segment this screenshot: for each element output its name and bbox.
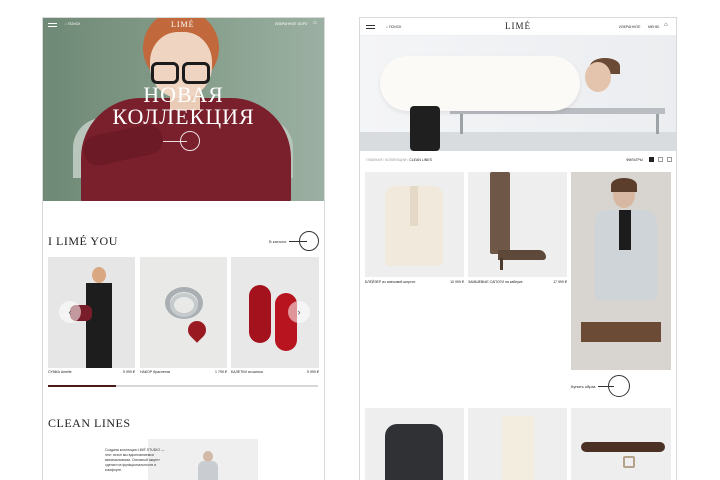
product-name[interactable]: БАЛЕТКИ из шелка: [231, 370, 263, 374]
buy-look-link[interactable]: Купить образ: [571, 384, 596, 389]
product-price: 5 999 ₽: [307, 370, 319, 374]
breadcrumb-home[interactable]: ГЛАВНАЯ: [366, 158, 382, 162]
product-price: 10 999 ₽: [450, 280, 464, 284]
logo[interactable]: LIMÉ: [505, 21, 531, 31]
product-card-jacket[interactable]: [365, 408, 464, 480]
chair-seat: [581, 322, 661, 342]
product-card-belt[interactable]: [571, 408, 671, 480]
model-tie: [619, 210, 631, 250]
breadcrumb-current: CLEAN LINES: [409, 158, 432, 162]
product-name[interactable]: СУМКА Amelie: [48, 370, 72, 374]
flat-shoe-left: [249, 285, 271, 343]
search-icon: ⌕: [386, 25, 388, 29]
product-price: 5 999 ₽: [123, 370, 135, 374]
model-boots: [410, 106, 440, 151]
filters-button[interactable]: ФИЛЬТРЫ: [626, 158, 643, 162]
buy-look-circle-button[interactable]: [608, 375, 630, 397]
section-title-clean-lines: CLEAN LINES: [48, 416, 131, 430]
clean-lines-description: Создана коллекция LIMÉ STUDIO — этот сез…: [105, 448, 165, 472]
hero-circle-button[interactable]: [180, 131, 200, 151]
hero-photo-glasses-right: [182, 62, 210, 84]
hero-title-line-1: НОВАЯ: [143, 82, 224, 107]
hero-banner[interactable]: НОВАЯ КОЛЛЕКЦИЯ: [43, 18, 324, 201]
grid-view-icon[interactable]: [649, 157, 654, 162]
product-price: 17 999 ₽: [553, 280, 567, 284]
product-name[interactable]: БЛЕЙЗЕР из смесовой шерсти: [365, 280, 415, 284]
left-header: ⌕ ПОИСК LIMÉ ИЗБРАННОЕ КОРЗ ⌂: [43, 18, 324, 32]
belt-photo: [581, 442, 665, 452]
model-head: [92, 267, 106, 283]
bag-icon[interactable]: ⌂: [664, 22, 668, 28]
favorites-link[interactable]: ИЗБРАННОЕ: [275, 22, 296, 26]
catalog-circle-button[interactable]: [299, 231, 319, 251]
model-hair: [611, 178, 637, 192]
favorites-link[interactable]: ИЗБРАННОЕ: [619, 25, 640, 29]
trousers-photo: [502, 416, 534, 480]
product-card-boots[interactable]: [468, 172, 567, 277]
logo[interactable]: LIMÉ: [171, 20, 195, 29]
bracelet-ring-2: [170, 293, 198, 317]
blazer-lapel: [410, 186, 418, 226]
product-name[interactable]: ЗАМШЕВЫЕ САПОГИ на каблуке: [468, 280, 523, 284]
look-photo[interactable]: [571, 172, 671, 370]
breadcrumb: ГЛАВНАЯ / КОЛЛЕКЦИИ / CLEAN LINES: [366, 158, 432, 162]
product-card-blazer[interactable]: [365, 172, 464, 277]
boot-shaft: [490, 172, 510, 254]
belt-buckle: [623, 456, 635, 468]
home-page-frame: НОВАЯ КОЛЛЕКЦИЯ ⌕ ПОИСК LIMÉ ИЗБРАННОЕ К…: [42, 17, 325, 480]
jacket-photo: [385, 424, 443, 480]
search-icon: ⌕: [65, 22, 67, 26]
menu-icon[interactable]: [366, 25, 375, 29]
collection-page-frame: ⌕ ПОИСК LIMÉ ИЗБРАННОЕ МЕНЮ ⌂ ГЛАВНАЯ / …: [359, 17, 677, 480]
right-header: ⌕ ПОИСК LIMÉ ИЗБРАННОЕ МЕНЮ ⌂: [360, 18, 676, 36]
cart-link[interactable]: КОРЗ: [298, 22, 307, 26]
list-view-icon[interactable]: [667, 157, 672, 162]
model-coat: [198, 461, 218, 480]
single-view-icon[interactable]: [658, 157, 663, 162]
product-price: 1 799 ₽: [215, 370, 227, 374]
breadcrumb-collections[interactable]: КОЛЛЕКЦИИ: [385, 158, 406, 162]
catalog-link[interactable]: В каталог: [269, 239, 287, 244]
product-card-bracelets[interactable]: [140, 257, 227, 368]
carousel-progress-fill: [48, 385, 116, 387]
bench-leg: [460, 114, 463, 134]
bench-leg: [656, 114, 659, 134]
carousel-progress-bar[interactable]: [48, 385, 318, 387]
model-head: [585, 62, 611, 92]
product-name[interactable]: НАБОР браслетов: [140, 370, 170, 374]
search-label: ПОИСК: [388, 25, 402, 29]
collection-hero-image: [360, 36, 676, 151]
carousel-next-button[interactable]: ›: [288, 301, 310, 323]
model-coat: [380, 56, 580, 111]
bag-icon[interactable]: ⌂: [313, 20, 317, 26]
section-title-i-lime-you: I LIMÉ YOU: [48, 234, 118, 248]
hero-photo-glasses-left: [151, 62, 179, 84]
hero-floor: [360, 132, 676, 151]
hero-title: НОВАЯ КОЛЛЕКЦИЯ: [43, 84, 324, 128]
search-label: ПОИСК: [67, 22, 81, 26]
search-link[interactable]: ⌕ ПОИСК: [65, 22, 80, 26]
carousel-prev-button[interactable]: ‹: [59, 301, 81, 323]
product-card-trousers[interactable]: [468, 408, 567, 480]
heart-charm: [184, 317, 210, 343]
menu-link[interactable]: МЕНЮ: [648, 25, 659, 29]
menu-icon[interactable]: [48, 23, 57, 27]
hero-title-line-2: КОЛЛЕКЦИЯ: [112, 104, 255, 129]
boot-heel: [500, 258, 503, 270]
boot-foot: [498, 250, 546, 260]
model-dress: [86, 283, 112, 368]
search-link[interactable]: ⌕ ПОИСК: [386, 25, 401, 29]
